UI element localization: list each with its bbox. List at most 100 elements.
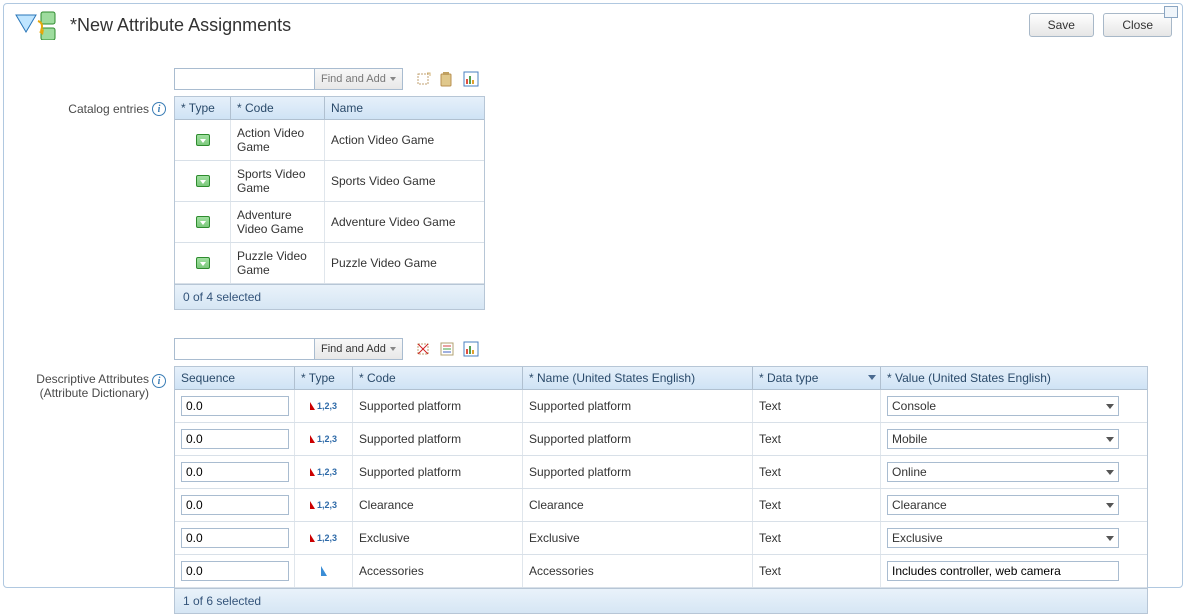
attr-col-value[interactable]: * Value (United States English) xyxy=(881,367,1126,389)
catalog-search-input[interactable] xyxy=(174,68,314,90)
attr-cell-data-type: Text xyxy=(753,489,881,521)
allowed-values-icon: 1,2,3 xyxy=(310,500,337,510)
attribute-assignments-panel: *New Attribute Assignments Save Close Ca… xyxy=(3,3,1183,588)
attributes-search-input[interactable] xyxy=(174,338,314,360)
attr-row[interactable]: 1,2,3 Exclusive Exclusive Text Exclusive xyxy=(175,522,1147,555)
catalog-find-add-button[interactable]: Find and Add xyxy=(314,68,403,90)
attributes-search-row: Find and Add xyxy=(174,338,1172,360)
attr-cell-data-type: Text xyxy=(753,555,881,587)
close-button[interactable]: Close xyxy=(1103,13,1172,37)
catalog-row[interactable]: Adventure Video Game Adventure Video Gam… xyxy=(175,202,484,243)
catalog-cell-code: Sports Video Game xyxy=(231,161,325,201)
new-icon[interactable] xyxy=(415,71,431,87)
editor-type-icon xyxy=(14,10,64,40)
attr-cell-name: Supported platform xyxy=(523,390,753,422)
attr-cell-code: Supported platform xyxy=(353,456,523,488)
attr-cell-code: Supported platform xyxy=(353,390,523,422)
catalog-col-type[interactable]: * Type xyxy=(175,97,231,119)
sequence-input[interactable] xyxy=(181,561,289,581)
value-select-text: Clearance xyxy=(892,498,947,512)
allowed-values-icon: 1,2,3 xyxy=(310,401,337,411)
attr-cell-name: Supported platform xyxy=(523,456,753,488)
info-icon[interactable]: i xyxy=(152,374,166,388)
header-buttons: Save Close xyxy=(1023,13,1172,37)
catalog-col-name[interactable]: Name xyxy=(325,97,484,119)
allowed-values-icon: 1,2,3 xyxy=(310,434,337,444)
category-icon xyxy=(196,216,210,228)
allowed-values-icon: 1,2,3 xyxy=(310,533,337,543)
attr-row[interactable]: 1,2,3 Supported platform Supported platf… xyxy=(175,390,1147,423)
catalog-cell-code: Adventure Video Game xyxy=(231,202,325,242)
value-select[interactable]: Clearance xyxy=(887,495,1119,515)
catalog-row[interactable]: Action Video Game Action Video Game xyxy=(175,120,484,161)
attr-col-type[interactable]: * Type xyxy=(295,367,353,389)
value-select-text: Console xyxy=(892,399,936,413)
chevron-down-icon xyxy=(1106,437,1114,442)
header-left: *New Attribute Assignments xyxy=(14,10,291,40)
attributes-find-add-button[interactable]: Find and Add xyxy=(314,338,403,360)
value-select[interactable]: Console xyxy=(887,396,1119,416)
sort-desc-icon xyxy=(868,375,876,380)
catalog-cell-name: Sports Video Game xyxy=(325,161,484,201)
attr-col-code[interactable]: * Code xyxy=(353,367,523,389)
attr-row[interactable]: Accessories Accessories Text xyxy=(175,555,1147,588)
edit-list-icon[interactable] xyxy=(439,341,455,357)
catalog-col-code[interactable]: * Code xyxy=(231,97,325,119)
catalog-cell-code: Action Video Game xyxy=(231,120,325,160)
attributes-grid-footer: 1 of 6 selected xyxy=(175,588,1147,613)
save-button[interactable]: Save xyxy=(1029,13,1094,37)
attr-cell-data-type: Text xyxy=(753,522,881,554)
catalog-cell-name: Adventure Video Game xyxy=(325,202,484,242)
descriptive-attributes-section: Descriptive Attributes (Attribute Dictio… xyxy=(14,338,1172,614)
value-select[interactable]: Exclusive xyxy=(887,528,1119,548)
sequence-input[interactable] xyxy=(181,462,289,482)
value-select[interactable]: Online xyxy=(887,462,1119,482)
catalog-cell-name: Puzzle Video Game xyxy=(325,243,484,283)
attributes-grid-header: Sequence * Type * Code * Name (United St… xyxy=(175,367,1147,390)
free-text-icon xyxy=(321,566,327,576)
chevron-down-icon xyxy=(1106,503,1114,508)
attr-col-name[interactable]: * Name (United States English) xyxy=(523,367,753,389)
restore-window-icon[interactable] xyxy=(1164,6,1178,18)
chevron-down-icon xyxy=(1106,470,1114,475)
attr-col-data-type-label: * Data type xyxy=(759,371,818,385)
chart-icon[interactable] xyxy=(463,341,479,357)
value-input[interactable] xyxy=(887,561,1119,581)
attributes-grid: Sequence * Type * Code * Name (United St… xyxy=(174,366,1148,614)
attr-cell-data-type: Text xyxy=(753,423,881,455)
attributes-body: Find and Add Sequence * Type xyxy=(174,338,1172,614)
catalog-grid-header: * Type * Code Name xyxy=(175,97,484,120)
catalog-entries-label: Catalog entries i xyxy=(30,68,174,116)
attr-cell-name: Exclusive xyxy=(523,522,753,554)
attr-row[interactable]: 1,2,3 Supported platform Supported platf… xyxy=(175,456,1147,489)
info-icon[interactable]: i xyxy=(152,102,166,116)
catalog-cell-name: Action Video Game xyxy=(325,120,484,160)
sequence-input[interactable] xyxy=(181,495,289,515)
paste-icon[interactable] xyxy=(439,71,455,87)
catalog-row[interactable]: Sports Video Game Sports Video Game xyxy=(175,161,484,202)
sequence-input[interactable] xyxy=(181,429,289,449)
header-row: *New Attribute Assignments Save Close xyxy=(14,10,1172,46)
catalog-toolbar xyxy=(415,71,479,87)
catalog-row[interactable]: Puzzle Video Game Puzzle Video Game xyxy=(175,243,484,284)
attr-row[interactable]: 1,2,3 Supported platform Supported platf… xyxy=(175,423,1147,456)
category-icon xyxy=(196,134,210,146)
attr-col-data-type[interactable]: * Data type xyxy=(753,367,881,389)
attr-col-sequence[interactable]: Sequence xyxy=(175,367,295,389)
catalog-entries-label-text: Catalog entries xyxy=(68,102,149,116)
descriptive-attributes-label: Descriptive Attributes (Attribute Dictio… xyxy=(30,338,174,400)
catalog-body: Find and Add * Type * Code xyxy=(174,68,1172,310)
catalog-cell-code: Puzzle Video Game xyxy=(231,243,325,283)
value-select[interactable]: Mobile xyxy=(887,429,1119,449)
sequence-input[interactable] xyxy=(181,396,289,416)
attr-cell-code: Clearance xyxy=(353,489,523,521)
attributes-label-line1: Descriptive Attributes xyxy=(36,372,149,386)
attr-row[interactable]: 1,2,3 Clearance Clearance Text Clearance xyxy=(175,489,1147,522)
sequence-input[interactable] xyxy=(181,528,289,548)
catalog-entries-section: Catalog entries i Find and Add xyxy=(14,68,1172,310)
attr-cell-code: Accessories xyxy=(353,555,523,587)
value-select-text: Online xyxy=(892,465,927,479)
chart-icon[interactable] xyxy=(463,71,479,87)
delete-icon[interactable] xyxy=(415,341,431,357)
attr-cell-data-type: Text xyxy=(753,456,881,488)
